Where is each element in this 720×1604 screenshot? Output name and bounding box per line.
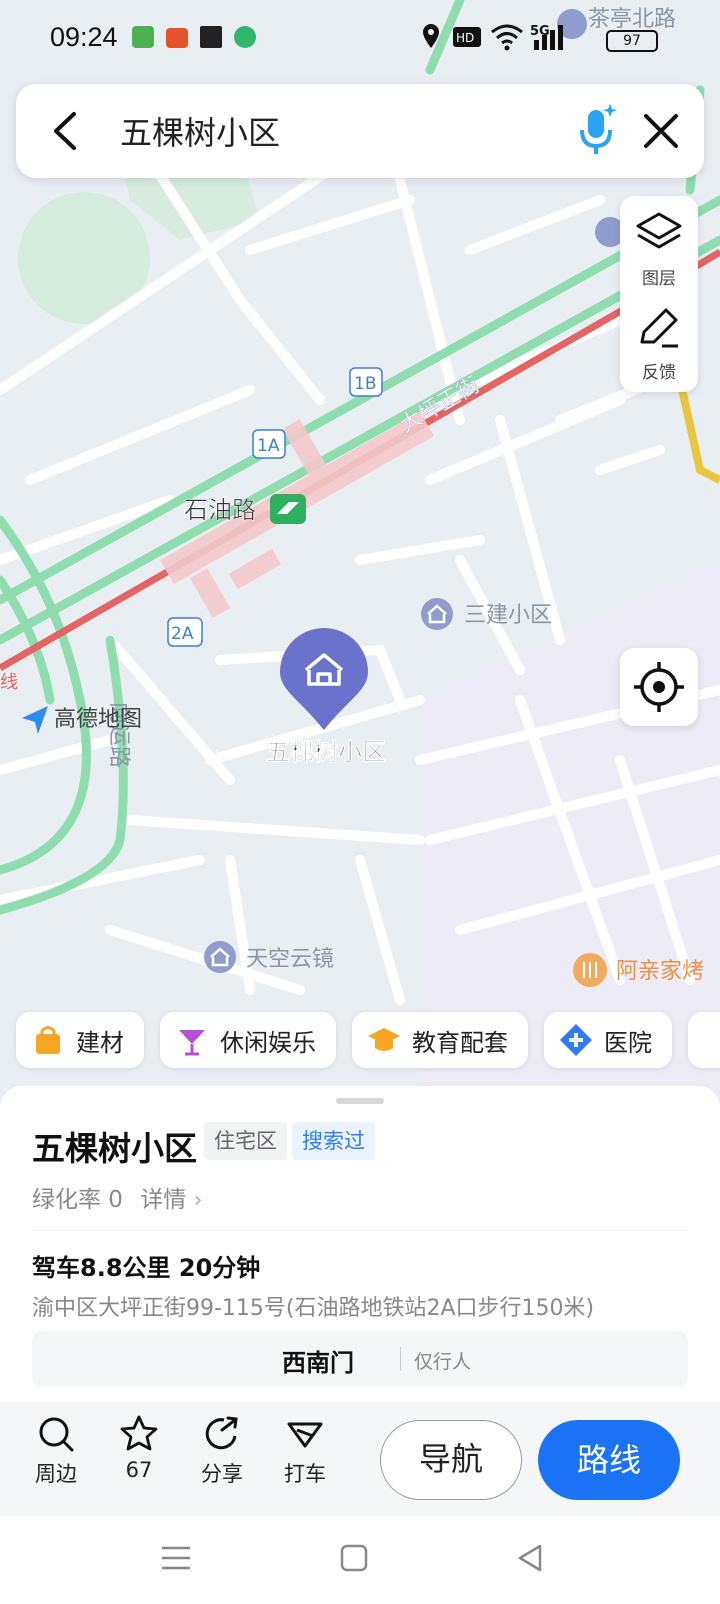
edit-feedback-icon <box>640 308 678 348</box>
svg-text:三建小区: 三建小区 <box>464 603 552 628</box>
menu-icon[interactable] <box>156 1538 196 1578</box>
svg-text:阿亲家烤: 阿亲家烤 <box>616 959 704 984</box>
battery-level: 97 <box>623 33 641 49</box>
chip-more[interactable] <box>688 1012 720 1068</box>
divider <box>32 1230 688 1231</box>
medical-cross-icon <box>560 1024 592 1056</box>
back-nav-icon[interactable] <box>510 1538 550 1578</box>
svg-text:HD: HD <box>456 31 474 45</box>
taxi-button[interactable]: 打车 <box>269 1414 341 1488</box>
layers-icon <box>636 212 682 249</box>
place-detail-panel: 五棵树小区 住宅区 搜索过 绿化率 0 详情 › 驾车8.8公里 20分钟 渝中… <box>0 1086 720 1406</box>
share-icon <box>205 1416 238 1450</box>
chip-building-materials[interactable]: 建材 <box>16 1012 144 1068</box>
crosshair-icon <box>634 662 684 712</box>
exit-2a-badge[interactable]: 2A <box>167 617 203 647</box>
graduation-cap-icon <box>368 1028 400 1051</box>
locate-me-button[interactable] <box>620 648 698 726</box>
address: 渝中区大坪正街99-115号(石油路地铁站2A口步行150米) <box>32 1296 595 1321</box>
gate-desc: 仅行人 <box>414 1351 472 1373</box>
place-type-tag: 住宅区 <box>204 1122 287 1160</box>
share-label: 分享 <box>201 1462 243 1486</box>
chip-label: 教育配套 <box>412 1028 508 1057</box>
place-title: 五棵树小区 <box>32 1129 197 1168</box>
feedback-label: 反馈 <box>642 363 676 383</box>
star-icon <box>120 1415 158 1451</box>
poi-sanjian[interactable]: 三建小区 <box>421 598 552 630</box>
navigate-button[interactable]: 导航 <box>380 1420 522 1500</box>
signal-icon <box>534 25 563 50</box>
details-link[interactable]: 详情 <box>140 1187 186 1213</box>
nearby-label: 周边 <box>35 1462 77 1486</box>
status-time: 09:24 <box>50 22 118 52</box>
favorites-count: 67 <box>125 1458 153 1482</box>
map-tools: 图层 反馈 <box>620 196 698 392</box>
wifi-icon <box>491 24 523 51</box>
green-rate-row[interactable]: 绿化率 0 详情 › <box>32 1180 202 1214</box>
divider <box>400 1347 401 1371</box>
search-bar[interactable]: 五棵树小区 <box>16 84 704 178</box>
selected-place-label: 五棵树小区 <box>266 738 386 766</box>
taxi-icon <box>287 1422 323 1448</box>
svg-text:2A: 2A <box>171 624 194 644</box>
taxi-label: 打车 <box>284 1462 326 1486</box>
share-button[interactable]: 分享 <box>186 1414 258 1488</box>
search-icon <box>39 1417 74 1452</box>
route-button[interactable]: 路线 <box>538 1420 680 1500</box>
line-fragment-label: 线 <box>0 672 18 693</box>
battery-indicator: 97 <box>606 30 658 52</box>
action-bar: 周边 67 分享 打车 导航 路线 <box>0 1402 720 1516</box>
chip-hospital[interactable]: 医院 <box>544 1012 672 1068</box>
cocktail-icon <box>179 1030 205 1056</box>
chip-label: 建材 <box>76 1028 124 1057</box>
hd-icon: HD <box>453 27 481 47</box>
notification-icons <box>132 26 256 48</box>
chip-label: 休闲娱乐 <box>220 1028 316 1057</box>
svg-text:高德地图: 高德地图 <box>54 707 142 732</box>
svg-text:1B: 1B <box>354 374 376 394</box>
exit-1b-badge[interactable]: 1B <box>349 367 383 397</box>
chevron-right-icon: › <box>193 1188 203 1213</box>
metro-icon[interactable] <box>270 494 306 524</box>
chip-leisure[interactable]: 休闲娱乐 <box>160 1012 336 1068</box>
category-chips: 建材 休闲娱乐 教育配套 医院 <box>0 1012 720 1070</box>
layers-label: 图层 <box>642 269 676 289</box>
back-icon[interactable] <box>42 106 92 156</box>
status-bar: 09:24 HD 5G 97 <box>0 0 720 80</box>
exit-1a-badge[interactable]: 1A <box>252 429 286 459</box>
drive-info: 驾车8.8公里 20分钟 <box>32 1254 261 1282</box>
close-icon[interactable] <box>634 104 688 158</box>
feedback-button[interactable]: 反馈 <box>620 296 698 392</box>
home-icon[interactable] <box>334 1538 374 1578</box>
green-rate: 绿化率 0 <box>32 1187 123 1213</box>
drag-handle[interactable] <box>336 1098 384 1104</box>
layers-button[interactable]: 图层 <box>620 202 698 298</box>
chip-education[interactable]: 教育配套 <box>352 1012 528 1068</box>
location-icon <box>423 24 439 48</box>
svg-text:天空云镜: 天空云镜 <box>246 947 334 972</box>
system-nav-bar <box>0 1516 720 1604</box>
station-label: 石油路 <box>184 496 256 524</box>
svg-text:1A: 1A <box>257 436 280 456</box>
chip-label: 医院 <box>604 1028 652 1057</box>
gate-entry[interactable]: 西南门 仅行人 <box>32 1331 688 1387</box>
nearby-button[interactable]: 周边 <box>20 1414 92 1488</box>
poi-bbq[interactable]: 阿亲家烤 <box>573 953 704 987</box>
shopping-bag-icon <box>36 1026 60 1054</box>
favorite-button[interactable]: 67 <box>103 1414 175 1482</box>
voice-input-icon[interactable] <box>572 100 622 160</box>
search-query[interactable]: 五棵树小区 <box>120 108 280 154</box>
gate-name: 西南门 <box>282 1349 354 1377</box>
searched-tag: 搜索过 <box>292 1122 375 1160</box>
